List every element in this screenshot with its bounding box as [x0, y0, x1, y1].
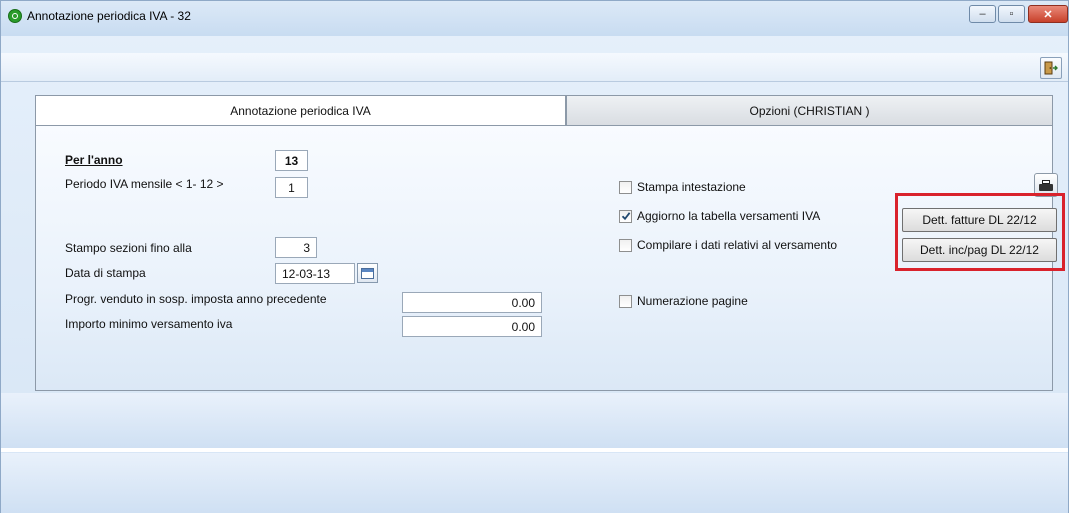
tab-label: Annotazione periodica IVA: [230, 103, 371, 118]
fill-payment-checkbox[interactable]: [619, 238, 632, 252]
printer-icon: [1039, 179, 1053, 191]
page-numbering-checkbox-row[interactable]: Numerazione pagine: [619, 294, 748, 308]
calendar-icon: [361, 267, 374, 279]
page-numbering-label: Numerazione pagine: [637, 294, 748, 308]
close-icon: ✕: [1043, 8, 1053, 21]
minimize-button[interactable]: –: [969, 5, 996, 23]
app-logo-icon: [8, 9, 22, 23]
title-bar: Annotazione periodica IVA - 32 – ▫ ✕: [1, 1, 1068, 36]
close-button[interactable]: ✕: [1028, 5, 1068, 23]
fill-payment-checkbox-row[interactable]: Compilare i dati relativi al versamento: [619, 238, 837, 252]
period-label: Periodo IVA mensile < 1- 12 >: [65, 177, 224, 191]
sections-field[interactable]: 3: [275, 237, 317, 258]
update-table-checkbox-row[interactable]: Aggiorno la tabella versamenti IVA: [619, 209, 820, 223]
window-title: Annotazione periodica IVA - 32: [27, 9, 191, 23]
dett-incpag-button[interactable]: Dett. inc/pag DL 22/12: [902, 238, 1057, 262]
maximize-button[interactable]: ▫: [998, 5, 1025, 23]
exit-door-icon: [1044, 61, 1058, 75]
checkmark-icon: [621, 212, 630, 221]
band-divider: [1, 448, 1068, 452]
print-header-checkbox-row[interactable]: Stampa intestazione: [619, 180, 746, 194]
footer-band: [1, 453, 1068, 513]
exit-button[interactable]: [1040, 57, 1062, 79]
print-date-label: Data di stampa: [65, 266, 146, 280]
status-band: [1, 393, 1068, 448]
update-table-checkbox[interactable]: [619, 209, 632, 223]
period-field[interactable]: 1: [275, 177, 308, 198]
app-window: Annotazione periodica IVA - 32 – ▫ ✕ Ann…: [0, 0, 1069, 513]
sold-field[interactable]: 0.00: [402, 292, 542, 313]
min-payment-label: Importo minimo versamento iva: [65, 317, 233, 331]
tab-opzioni[interactable]: Opzioni (CHRISTIAN ): [566, 95, 1053, 125]
sold-label: Progr. venduto in sosp. imposta anno pre…: [65, 292, 327, 306]
print-date-field[interactable]: 12-03-13: [275, 263, 355, 284]
page-numbering-checkbox[interactable]: [619, 294, 632, 308]
sections-label: Stampo sezioni fino alla: [65, 241, 192, 255]
update-table-label: Aggiorno la tabella versamenti IVA: [637, 209, 821, 223]
maximize-icon: ▫: [1009, 8, 1014, 20]
print-header-label: Stampa intestazione: [637, 180, 746, 194]
date-picker-button[interactable]: [357, 263, 378, 283]
year-field[interactable]: 13: [275, 150, 308, 171]
print-header-checkbox[interactable]: [619, 180, 632, 194]
fill-payment-label: Compilare i dati relativi al versamento: [637, 238, 838, 252]
tab-label: Opzioni (CHRISTIAN ): [749, 103, 870, 118]
dett-fatture-button[interactable]: Dett. fatture DL 22/12: [902, 208, 1057, 232]
year-label: Per l'anno: [65, 153, 123, 167]
min-payment-field[interactable]: 0.00: [402, 316, 542, 337]
minimize-icon: –: [979, 8, 986, 20]
tab-annotazione[interactable]: Annotazione periodica IVA: [35, 95, 566, 125]
toolbar: [1, 53, 1068, 82]
